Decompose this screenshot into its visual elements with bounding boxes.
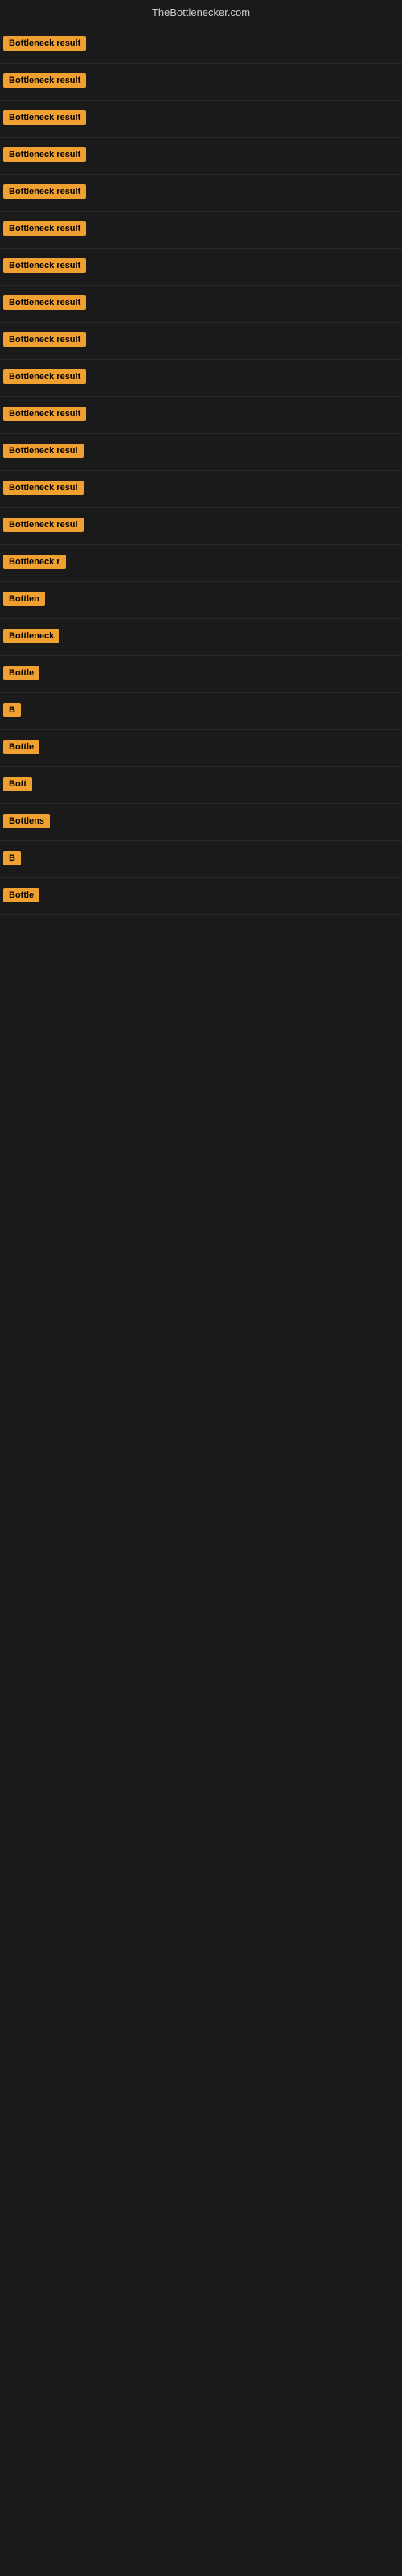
bottleneck-badge[interactable]: Bottleneck resul: [3, 481, 84, 495]
bottleneck-badge[interactable]: Bottleneck result: [3, 110, 86, 125]
bottleneck-badge[interactable]: Bottleneck result: [3, 73, 86, 88]
result-row: Bottleneck result: [0, 249, 402, 286]
result-row: Bottleneck result: [0, 212, 402, 249]
result-row: Bottleneck result: [0, 175, 402, 212]
result-row: Bottleneck result: [0, 27, 402, 64]
badges-container: Bottleneck result Bottleneck result Bottle…: [0, 27, 402, 915]
bottleneck-badge[interactable]: Bottleneck result: [3, 369, 86, 384]
site-title: TheBottlenecker.com: [152, 6, 250, 19]
result-row: Bottleneck: [0, 619, 402, 656]
bottleneck-badge[interactable]: Bottle: [3, 740, 39, 754]
bottleneck-badge[interactable]: Bottlen: [3, 592, 45, 606]
result-row: Bottlens: [0, 804, 402, 841]
bottleneck-badge[interactable]: Bottleneck r: [3, 555, 66, 569]
bottleneck-badge[interactable]: B: [3, 851, 21, 865]
result-row: Bottleneck result: [0, 101, 402, 138]
bottleneck-badge[interactable]: Bottleneck result: [3, 258, 86, 273]
result-row: Bottle: [0, 878, 402, 915]
result-row: B: [0, 693, 402, 730]
bottleneck-badge[interactable]: Bottleneck result: [3, 36, 86, 51]
result-row: Bottleneck result: [0, 64, 402, 101]
bottleneck-badge[interactable]: Bottleneck result: [3, 147, 86, 162]
result-row: Bottle: [0, 730, 402, 767]
bottleneck-badge[interactable]: Bottle: [3, 888, 39, 902]
result-row: Bottleneck resul: [0, 434, 402, 471]
result-row: B: [0, 841, 402, 878]
result-row: Bottle: [0, 656, 402, 693]
bottleneck-badge[interactable]: Bottlens: [3, 814, 50, 828]
bottleneck-badge[interactable]: Bottleneck result: [3, 221, 86, 236]
bottleneck-badge[interactable]: B: [3, 703, 21, 717]
bottleneck-badge[interactable]: Bottle: [3, 666, 39, 680]
bottleneck-badge[interactable]: Bott: [3, 777, 32, 791]
bottleneck-badge[interactable]: Bottleneck: [3, 629, 59, 643]
result-row: Bottleneck result: [0, 397, 402, 434]
result-row: Bottleneck result: [0, 286, 402, 323]
result-row: Bottleneck r: [0, 545, 402, 582]
bottleneck-badge[interactable]: Bottleneck result: [3, 184, 86, 199]
result-row: Bottleneck result: [0, 323, 402, 360]
bottleneck-badge[interactable]: Bottleneck result: [3, 295, 86, 310]
site-header: TheBottlenecker.com: [0, 0, 402, 27]
bottleneck-badge[interactable]: Bottleneck result: [3, 332, 86, 347]
bottleneck-badge[interactable]: Bottleneck resul: [3, 518, 84, 532]
result-row: Bottleneck resul: [0, 508, 402, 545]
result-row: Bottleneck result: [0, 138, 402, 175]
result-row: Bottleneck resul: [0, 471, 402, 508]
bottleneck-badge[interactable]: Bottleneck result: [3, 407, 86, 421]
bottleneck-badge[interactable]: Bottleneck resul: [3, 444, 84, 458]
result-row: Bott: [0, 767, 402, 804]
result-row: Bottlen: [0, 582, 402, 619]
result-row: Bottleneck result: [0, 360, 402, 397]
